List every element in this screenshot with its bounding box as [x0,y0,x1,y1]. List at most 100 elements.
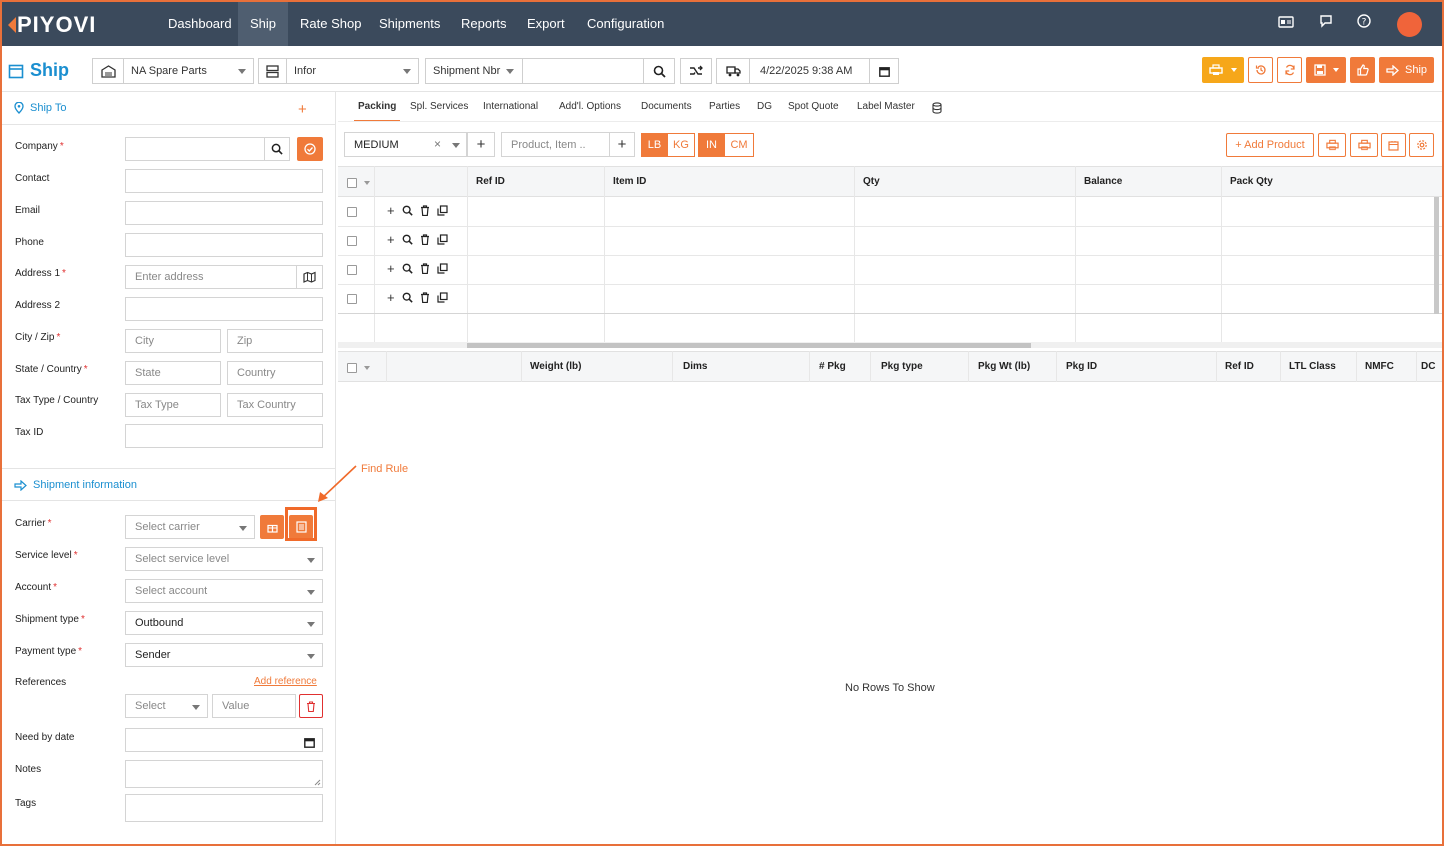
select-all-checkbox[interactable] [347,178,357,188]
trash-icon[interactable] [420,292,430,303]
address1-input[interactable]: Enter address [125,265,297,289]
search-type-select[interactable]: Shipment Nbr [425,58,523,84]
print-button[interactable] [1202,57,1244,83]
print-label-button[interactable] [1318,133,1346,157]
add-reference-link[interactable]: Add reference [254,676,317,687]
carrier-rate-button[interactable] [260,515,284,539]
unit-kg-toggle[interactable]: KG [667,133,695,157]
row-checkbox[interactable] [347,294,357,304]
address2-input[interactable] [125,297,323,321]
add-package-icon[interactable]: + [467,132,495,157]
contact-input[interactable] [125,169,323,193]
shipment-type-select[interactable]: Outbound [125,611,323,635]
location-select[interactable]: NA Spare Parts [123,58,254,84]
col-pkg-id[interactable]: Pkg ID [1066,352,1097,382]
col-ref-id[interactable]: Ref ID [476,167,505,197]
nav-export[interactable]: Export [515,2,577,46]
calendar-icon[interactable] [869,58,899,84]
copy-icon[interactable] [436,234,448,245]
refresh-button[interactable] [1277,57,1302,83]
tax-country-input[interactable]: Tax Country [227,393,323,417]
warehouse-icon[interactable] [92,58,123,84]
need-by-date-input[interactable] [125,728,323,752]
clear-icon[interactable]: × [434,137,441,151]
row-checkbox[interactable] [347,236,357,246]
calendar-icon[interactable] [304,735,315,753]
tax-type-input[interactable]: Tax Type [125,393,221,417]
col-nmfc[interactable]: NMFC [1365,352,1394,382]
col-balance[interactable]: Balance [1084,167,1122,197]
tab-spl-services[interactable]: Spl. Services [406,96,472,122]
company-input[interactable] [125,137,265,161]
horizontal-scrollbar[interactable] [338,342,1442,348]
id-card-icon[interactable] [1276,14,1296,34]
col-ltl-class[interactable]: LTL Class [1289,352,1336,382]
unit-lb-toggle[interactable]: LB [641,133,668,157]
chevron-down-icon[interactable] [364,181,370,185]
col-pkg-wt[interactable]: Pkg Wt (lb) [978,352,1030,382]
state-input[interactable]: State [125,361,221,385]
scrollbar-thumb[interactable] [1434,197,1439,314]
col-ref-id[interactable]: Ref ID [1225,352,1254,382]
account-select[interactable]: Select account [125,579,323,603]
ship-button[interactable]: Ship [1379,57,1434,83]
search-icon[interactable] [402,292,413,303]
nav-reports[interactable]: Reports [449,2,519,46]
phone-input[interactable] [125,233,323,257]
tab-dg[interactable]: DG [753,96,776,122]
truck-clock-icon[interactable] [716,58,750,84]
user-avatar[interactable] [1397,12,1422,37]
vertical-scrollbar[interactable] [1434,197,1439,314]
search-icon[interactable] [402,234,413,245]
copy-icon[interactable] [436,292,448,303]
ship-datetime-input[interactable]: 4/22/2025 9:38 AM [749,58,870,84]
company-verify-button[interactable] [297,137,323,161]
city-input[interactable]: City [125,329,221,353]
reference-type-select[interactable]: Select [125,694,208,718]
chevron-down-icon[interactable] [364,366,370,370]
map-icon[interactable] [296,265,323,289]
tab-parties[interactable]: Parties [705,96,744,122]
payment-type-select[interactable]: Sender [125,643,323,667]
row-checkbox[interactable] [347,265,357,275]
add-row-icon[interactable]: + [387,204,395,217]
nav-shipments[interactable]: Shipments [367,2,452,46]
zip-input[interactable]: Zip [227,329,323,353]
tab-documents[interactable]: Documents [637,96,696,122]
col-pack-qty[interactable]: Pack Qty [1230,167,1273,197]
trash-icon[interactable] [420,234,430,245]
select-all-checkbox[interactable] [347,363,357,373]
carrier-select[interactable]: Select carrier [125,515,255,539]
search-icon[interactable] [643,58,675,84]
search-icon[interactable] [402,205,413,216]
notes-textarea[interactable] [125,760,323,788]
package-box-button[interactable] [1381,133,1406,157]
copy-icon[interactable] [436,263,448,274]
tax-id-input[interactable] [125,424,323,448]
resize-handle-icon[interactable] [314,779,321,786]
add-row-icon[interactable]: + [387,262,395,275]
approve-button[interactable] [1350,57,1375,83]
chat-icon[interactable] [1316,14,1336,34]
company-search-icon[interactable] [264,137,290,161]
save-button[interactable] [1306,57,1346,83]
add-row-icon[interactable]: + [387,233,395,246]
service-level-select[interactable]: Select service level [125,547,323,571]
add-product-button[interactable]: + Add Product [1226,133,1314,157]
delete-reference-button[interactable] [299,694,323,718]
nav-dashboard[interactable]: Dashboard [156,2,244,46]
col-num-pkg[interactable]: # Pkg [819,352,846,382]
row-checkbox[interactable] [347,207,357,217]
tags-input[interactable] [125,794,323,822]
reference-value-input[interactable]: Value [212,694,296,718]
logo[interactable]: PIYOVI [8,12,96,38]
tab-packing[interactable]: Packing [354,96,401,122]
search-input[interactable] [522,58,644,84]
nav-rate-shop[interactable]: Rate Shop [288,2,373,46]
trash-icon[interactable] [420,205,430,216]
scrollbar-thumb[interactable] [467,343,1031,348]
search-icon[interactable] [402,263,413,274]
unit-cm-toggle[interactable]: CM [724,133,754,157]
database-icon[interactable] [932,101,942,119]
tab-international[interactable]: International [479,96,542,122]
